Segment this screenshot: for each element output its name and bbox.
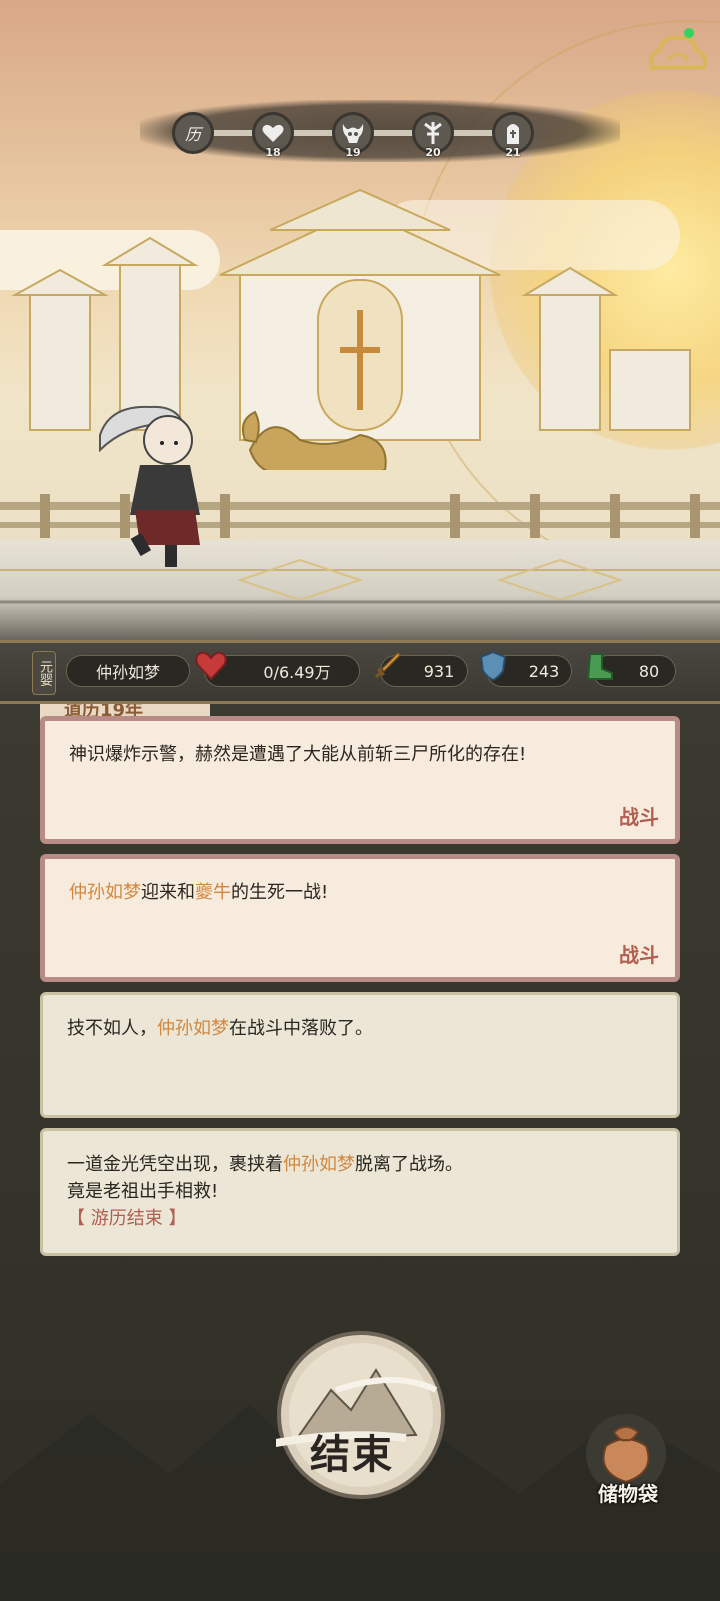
hero-name-highlight: 仲孙如梦 — [69, 882, 141, 903]
log-card: 技不如人，仲孙如梦在战斗中落败了。 — [40, 992, 680, 1118]
defense-shield-icon — [479, 650, 507, 682]
stats-bar: 元婴 仲孙如梦 0/6.49万 931 243 80 — [0, 640, 720, 704]
log-text: 技不如人， — [67, 1018, 157, 1039]
node-number: 20 — [425, 146, 441, 159]
online-status-dot — [684, 28, 694, 38]
log-card-battle: 仲孙如梦迎来和夔牛的生死一战! 战斗 — [40, 854, 680, 982]
battle-tag[interactable]: 战斗 — [619, 804, 659, 831]
journey-progress: 历 18 19 20 21 — [140, 100, 620, 162]
journey-end-tag: 【 游历结束 】 — [67, 1208, 187, 1229]
log-text: 的生死一战! — [231, 882, 329, 903]
hero-character — [99, 405, 200, 567]
hero-name-highlight: 仲孙如梦 — [157, 1018, 229, 1039]
speed-boot-icon — [586, 653, 613, 680]
log-text: 神识爆炸示警，赫然是遭遇了大能从前斩三尸所化的存在! — [69, 744, 527, 765]
realm-badge: 元婴 — [32, 651, 56, 695]
hero-name-highlight: 仲孙如梦 — [283, 1154, 355, 1175]
log-text: 脱离了战场。 — [355, 1154, 463, 1175]
log-card: 一道金光凭空出现，裹挟着仲孙如梦脱离了战场。 竟是老祖出手相救! 【 游历结束 … — [40, 1128, 680, 1256]
node-number: 18 — [265, 146, 281, 159]
cloud-ornament-icon[interactable] — [646, 28, 710, 76]
log-text: 迎来和 — [141, 882, 195, 903]
node-number: 21 — [505, 146, 521, 159]
hp-heart-icon — [195, 651, 227, 681]
history-start-icon: 历 — [172, 112, 214, 154]
log-text: 竟是老祖出手相救! — [67, 1181, 219, 1202]
battle-scene: 历 18 19 20 21 — [0, 0, 720, 640]
enemy-name-highlight: 夔牛 — [195, 882, 231, 903]
node-number: 19 — [345, 146, 361, 159]
log-card-battle: 神识爆炸示警，赫然是遭遇了大能从前斩三尸所化的存在! 战斗 — [40, 716, 680, 844]
battle-tag[interactable]: 战斗 — [619, 942, 659, 969]
attack-sword-icon — [374, 651, 402, 679]
end-button-label[interactable]: 结束 — [310, 1422, 394, 1480]
storage-bag-label[interactable]: 储物袋 — [580, 1478, 676, 1507]
log-text: 一道金光凭空出现，裹挟着 — [67, 1154, 283, 1175]
character-name[interactable]: 仲孙如梦 — [66, 655, 190, 687]
log-text: 在战斗中落败了。 — [229, 1018, 373, 1039]
